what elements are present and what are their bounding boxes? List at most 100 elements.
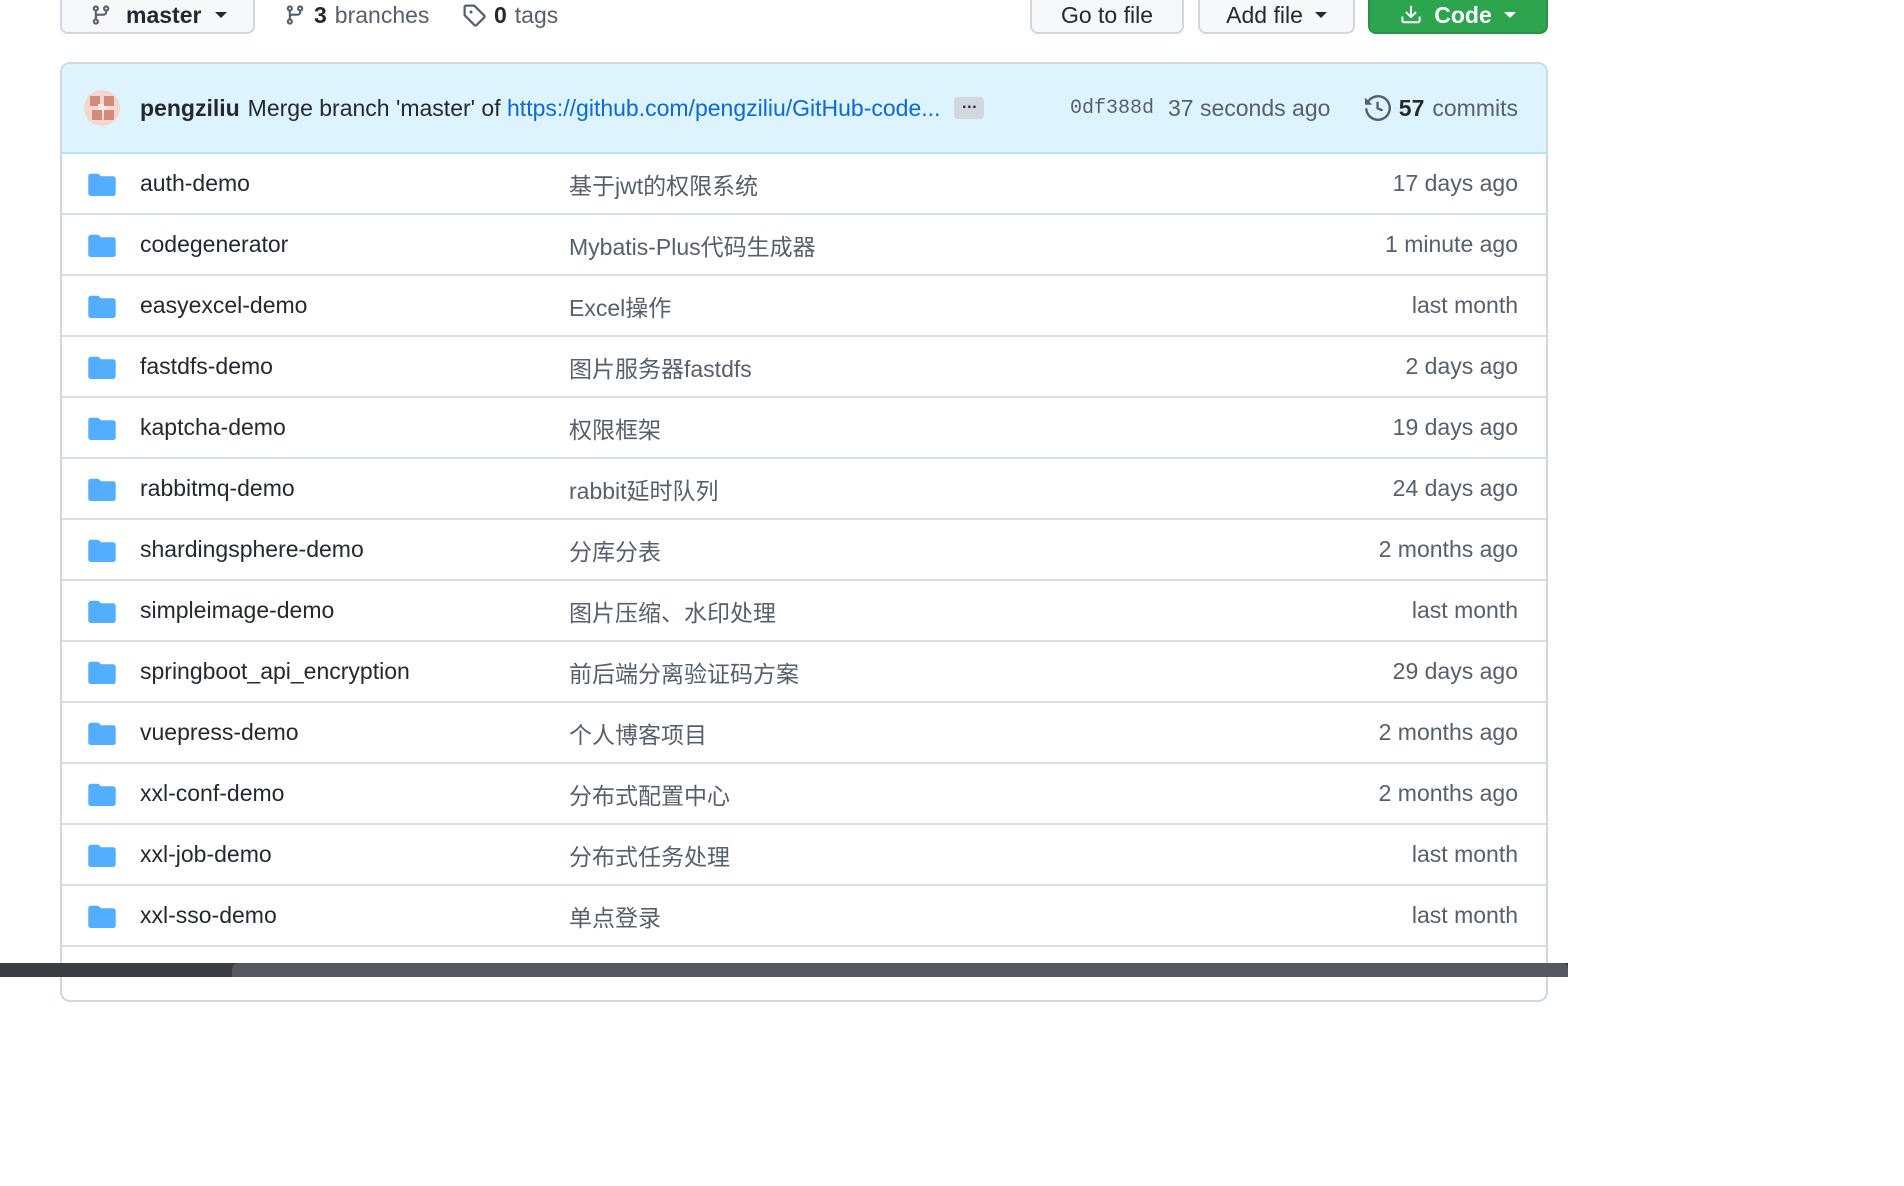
table-row[interactable]: simpleimage-demo 图片压缩、水印处理 last month xyxy=(62,581,1546,642)
commits-link[interactable]: 57 commits xyxy=(1364,94,1518,122)
chevron-down-icon xyxy=(215,12,228,18)
commit-sha[interactable]: 0df388d xyxy=(1070,97,1154,120)
table-row[interactable]: easyexcel-demo Excel操作 last month xyxy=(62,276,1546,337)
tags-label: tags xyxy=(514,1,559,28)
file-browser: pengziliu Merge branch 'master' of https… xyxy=(60,62,1548,1002)
file-list: auth-demo 基于jwt的权限系统 17 days ago codegenera… xyxy=(62,154,1546,947)
commit-author[interactable]: pengziliu xyxy=(140,95,240,122)
folder-icon xyxy=(88,722,116,745)
file-commit-message[interactable]: 个人博客项目 xyxy=(569,716,707,750)
chevron-down-icon xyxy=(1503,12,1516,18)
file-name-link[interactable]: simpleimage-demo xyxy=(140,597,334,624)
file-commit-message[interactable]: 基于jwt的权限系统 xyxy=(569,167,758,201)
table-row[interactable]: springboot_api_encryption 前后端分离验证码方案 29 da… xyxy=(62,642,1546,703)
file-commit-message[interactable]: 前后端分离验证码方案 xyxy=(569,655,799,689)
table-row[interactable]: fastdfs-demo 图片服务器fastdfs 2 days ago xyxy=(62,337,1546,398)
folder-icon xyxy=(88,417,116,440)
file-commit-message[interactable]: 分布式任务处理 xyxy=(569,838,730,872)
branches-label: branches xyxy=(334,1,430,28)
file-commit-time: 2 months ago xyxy=(1378,780,1518,806)
folder-icon xyxy=(88,844,116,867)
code-button[interactable]: Code xyxy=(1368,0,1548,34)
table-row[interactable]: xxl-conf-demo 分布式配置中心 2 months ago xyxy=(62,764,1546,825)
file-name-link[interactable]: kaptcha-demo xyxy=(140,414,286,441)
tags-link[interactable]: 0 tags xyxy=(462,0,558,34)
file-commit-time: 19 days ago xyxy=(1392,414,1518,440)
file-commit-message[interactable]: 单点登录 xyxy=(569,899,661,933)
branch-name: master xyxy=(126,1,202,28)
commits-count: 57 xyxy=(1398,94,1425,121)
table-row[interactable]: vuepress-demo 个人博客项目 2 months ago xyxy=(62,703,1546,764)
file-commit-time: 2 days ago xyxy=(1405,353,1518,379)
branches-link[interactable]: 3 branches xyxy=(284,0,429,34)
taskbar xyxy=(0,963,1568,977)
add-file-label: Add file xyxy=(1226,1,1303,28)
file-commit-message[interactable]: 分库分表 xyxy=(569,533,661,567)
commit-message-prefix: Merge branch 'master' of xyxy=(247,94,508,121)
file-name-link[interactable]: vuepress-demo xyxy=(140,719,299,746)
file-commit-message[interactable]: Mybatis-Plus代码生成器 xyxy=(569,228,816,262)
commit-message-link[interactable]: https://github.com/pengziliu/GitHub-code… xyxy=(507,95,940,121)
file-name-link[interactable]: springboot_api_encryption xyxy=(140,658,410,685)
branch-select-button[interactable]: master xyxy=(60,0,255,34)
table-row[interactable]: auth-demo 基于jwt的权限系统 17 days ago xyxy=(62,154,1546,215)
expand-commit-button[interactable]: … xyxy=(954,96,985,119)
table-row[interactable]: codegenerator Mybatis-Plus代码生成器 1 minute a… xyxy=(62,215,1546,276)
file-commit-message[interactable]: rabbit延时队列 xyxy=(569,472,719,506)
tags-count: 0 xyxy=(494,1,507,28)
table-row[interactable]: xxl-job-demo 分布式任务处理 last month xyxy=(62,825,1546,886)
file-commit-message[interactable]: 图片压缩、水印处理 xyxy=(569,594,776,628)
file-commit-time: last month xyxy=(1411,292,1518,318)
tag-icon xyxy=(463,4,486,27)
table-row[interactable]: kaptcha-demo 权限框架 19 days ago xyxy=(62,398,1546,459)
file-commit-time: 2 months ago xyxy=(1378,536,1518,562)
taskbar-panel xyxy=(232,963,1568,977)
table-row[interactable]: rabbitmq-demo rabbit延时队列 24 days ago xyxy=(62,459,1546,520)
chevron-down-icon xyxy=(1314,12,1327,18)
file-name-link[interactable]: xxl-job-demo xyxy=(140,841,272,868)
folder-icon xyxy=(88,234,116,257)
file-commit-time: last month xyxy=(1411,841,1518,867)
file-name-link[interactable]: easyexcel-demo xyxy=(140,292,307,319)
file-commit-message[interactable]: 权限框架 xyxy=(569,411,661,445)
latest-commit-bar: pengziliu Merge branch 'master' of https… xyxy=(62,64,1546,154)
folder-icon xyxy=(88,295,116,318)
folder-icon xyxy=(88,539,116,562)
folder-icon xyxy=(88,905,116,928)
file-name-link[interactable]: codegenerator xyxy=(140,231,288,258)
file-name-link[interactable]: fastdfs-demo xyxy=(140,353,273,380)
folder-icon xyxy=(88,173,116,196)
go-to-file-button[interactable]: Go to file xyxy=(1030,0,1184,34)
file-name-link[interactable]: xxl-conf-demo xyxy=(140,780,284,807)
table-row[interactable]: xxl-sso-demo 单点登录 last month xyxy=(62,886,1546,947)
file-commit-time: last month xyxy=(1411,902,1518,928)
file-commit-time: last month xyxy=(1411,597,1518,623)
file-name-link[interactable]: xxl-sso-demo xyxy=(140,902,277,929)
repo-toolbar: master 3 branches 0 tags Go to file Add … xyxy=(0,0,1568,36)
folder-icon xyxy=(88,661,116,684)
folder-icon xyxy=(88,600,116,623)
table-row[interactable]: shardingsphere-demo 分库分表 2 months ago xyxy=(62,520,1546,581)
file-commit-message[interactable]: 分布式配置中心 xyxy=(569,777,730,811)
add-file-button[interactable]: Add file xyxy=(1198,0,1355,34)
file-commit-time: 2 months ago xyxy=(1378,719,1518,745)
file-name-link[interactable]: shardingsphere-demo xyxy=(140,536,364,563)
file-name-link[interactable]: auth-demo xyxy=(140,170,250,197)
file-commit-time: 1 minute ago xyxy=(1385,231,1518,257)
file-commit-message[interactable]: Excel操作 xyxy=(569,289,671,323)
branches-count: 3 xyxy=(314,1,327,28)
commit-message[interactable]: Merge branch 'master' of https://github.… xyxy=(248,95,941,122)
file-commit-time: 17 days ago xyxy=(1392,170,1518,196)
code-label: Code xyxy=(1434,1,1492,28)
file-name-link[interactable]: rabbitmq-demo xyxy=(140,475,295,502)
history-icon xyxy=(1364,95,1391,121)
file-commit-time: 29 days ago xyxy=(1392,658,1518,684)
folder-icon xyxy=(88,478,116,501)
commits-label: commits xyxy=(1432,94,1518,121)
go-to-file-label: Go to file xyxy=(1060,1,1154,28)
avatar[interactable] xyxy=(84,90,120,126)
file-commit-message[interactable]: 图片服务器fastdfs xyxy=(569,350,752,384)
download-icon xyxy=(1401,5,1421,24)
commit-time[interactable]: 37 seconds ago xyxy=(1168,95,1330,122)
file-commit-time: 24 days ago xyxy=(1392,475,1518,501)
